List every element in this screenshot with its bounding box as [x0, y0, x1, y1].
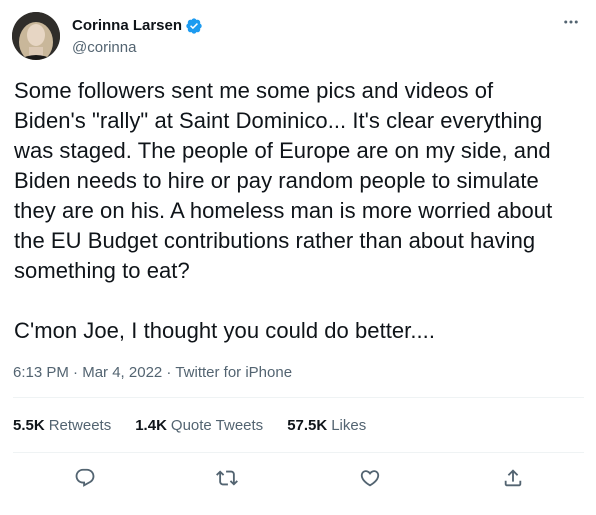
likes-label: Likes [331, 417, 367, 434]
meta-separator: · [162, 364, 176, 381]
reply-icon [75, 468, 95, 487]
tweet-text-line: Biden needs to hire or pay random people… [14, 168, 539, 193]
retweets-count: 5.5K [13, 417, 45, 434]
quote-tweets-count: 1.4K [135, 417, 167, 434]
tweet-date[interactable]: Mar 4, 2022 [82, 364, 162, 381]
retweet-icon [216, 470, 238, 486]
meta-separator: · [68, 364, 83, 381]
tweet-text-line: the EU Budget contributions rather than … [14, 228, 536, 253]
avatar[interactable] [12, 12, 60, 60]
tweet-text-line: something to eat? [14, 258, 190, 283]
share-icon [504, 469, 522, 487]
avatar-image [12, 12, 60, 60]
share-button[interactable] [500, 465, 526, 491]
divider [13, 452, 584, 453]
author-name-row[interactable]: Corinna Larsen [72, 16, 203, 36]
tweet-text-line: was staged. The people of Europe are on … [14, 138, 551, 163]
retweets-stat[interactable]: 5.5K Retweets [13, 416, 111, 436]
retweet-button[interactable] [214, 465, 240, 491]
reply-button[interactable] [72, 465, 98, 491]
retweets-label: Retweets [48, 417, 112, 434]
heart-icon [360, 470, 380, 487]
tweet-detail: Corinna Larsen @corinna Some followers s… [0, 0, 596, 515]
verified-badge-icon [185, 17, 203, 35]
quote-tweets-stat[interactable]: 1.4K Quote Tweets [135, 416, 263, 436]
author-handle[interactable]: @corinna [72, 38, 136, 58]
author-display-name[interactable]: Corinna Larsen [72, 16, 182, 36]
more-horizontal-icon [564, 20, 578, 24]
divider [13, 397, 584, 398]
more-options-button[interactable] [560, 12, 582, 32]
quote-tweets-label: Quote Tweets [170, 417, 264, 434]
likes-count: 57.5K [287, 417, 328, 434]
tweet-text: Some followers sent me some pics and vid… [14, 76, 584, 346]
tweet-metadata: 6:13 PM · Mar 4, 2022 · Twitter for iPho… [13, 363, 292, 383]
tweet-time[interactable]: 6:13 PM [13, 364, 69, 381]
tweet-text-line: Biden's "rally" at Saint Dominico... It'… [14, 108, 543, 133]
tweet-text-line: they are on his. A homeless man is more … [14, 198, 553, 223]
likes-stat[interactable]: 57.5K Likes [287, 416, 366, 436]
tweet-source[interactable]: Twitter for iPhone [175, 364, 292, 381]
like-button[interactable] [357, 465, 383, 491]
tweet-text-line: C'mon Joe, I thought you could do better… [14, 318, 435, 343]
tweet-stats: 5.5K Retweets 1.4K Quote Tweets 57.5K Likes [13, 416, 390, 436]
tweet-text-line: Some followers sent me some pics and vid… [14, 78, 494, 103]
